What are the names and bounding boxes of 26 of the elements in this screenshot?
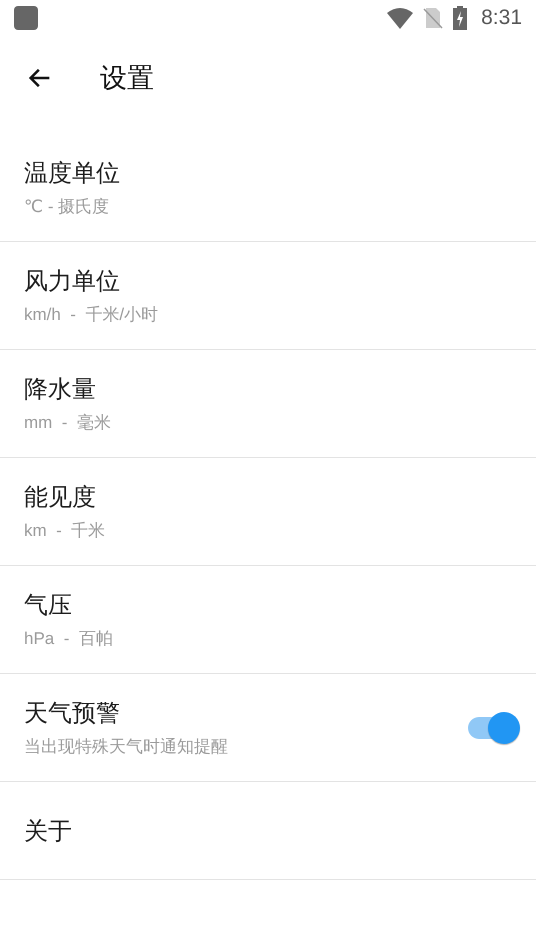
item-title: 天气预警	[24, 699, 121, 729]
wifi-icon	[387, 7, 414, 29]
no-sim-icon	[423, 7, 444, 29]
item-title: 降水量	[24, 375, 97, 405]
settings-item[interactable]: 能见度 km - 千米	[0, 458, 536, 566]
item-subtitle: ℃ - 摄氏度	[24, 196, 110, 218]
item-title: 气压	[24, 591, 73, 621]
settings-item[interactable]: 关于	[0, 782, 536, 880]
item-subtitle: mm - 毫米	[24, 412, 112, 434]
battery-charging-icon	[453, 6, 468, 30]
item-title: 关于	[24, 816, 73, 846]
status-time: 8:31	[481, 6, 522, 30]
item-subtitle: km - 千米	[24, 520, 106, 542]
item-title: 风力单位	[24, 267, 121, 297]
item-subtitle: km/h - 千米/小时	[24, 304, 160, 326]
settings-item[interactable]: 温度单位 ℃ - 摄氏度	[0, 134, 536, 242]
page-title: 设置	[100, 62, 154, 95]
settings-item[interactable]: 风力单位 km/h - 千米/小时	[0, 242, 536, 350]
item-title: 温度单位	[24, 159, 121, 189]
settings-item[interactable]: 天气预警 当出现特殊天气时通知提醒	[0, 674, 536, 782]
item-subtitle: hPa - 百帕	[24, 628, 114, 650]
settings-item[interactable]: 气压 hPa - 百帕	[0, 566, 536, 674]
settings-item[interactable]: 降水量 mm - 毫米	[0, 350, 536, 458]
item-title: 能见度	[24, 483, 97, 513]
item-subtitle: 当出现特殊天气时通知提醒	[24, 736, 229, 758]
notification-icon	[14, 6, 38, 30]
